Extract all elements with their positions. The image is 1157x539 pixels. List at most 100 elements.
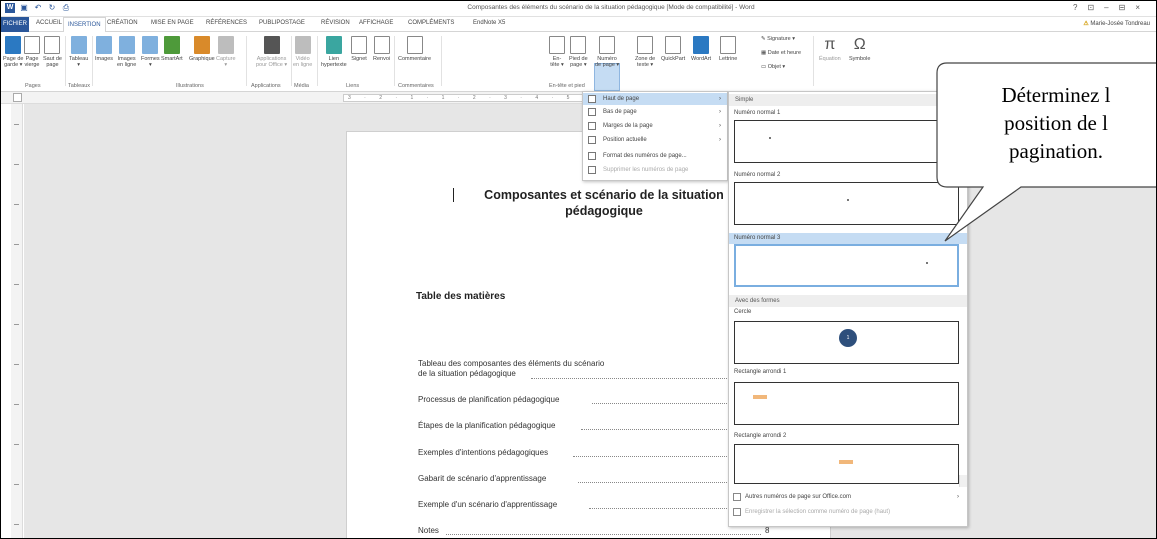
toc-entry[interactable]: Processus de planification pédagogique [418, 395, 559, 405]
separator [394, 36, 395, 86]
gallery-scrollbar[interactable] [959, 475, 967, 487]
remove-icon [588, 166, 596, 174]
menu-item-supprimer-numeros[interactable]: Supprimer les numéros de page [583, 164, 727, 176]
redo-icon[interactable]: ↻ [47, 3, 57, 13]
gallery-option-normal-1[interactable] [734, 120, 959, 163]
ribbon-display-icon[interactable]: ⊡ [1087, 3, 1094, 12]
print-preview-icon[interactable]: ⎙ [61, 3, 71, 13]
saut-page-button[interactable]: Saut de page [43, 36, 62, 68]
word-logo-icon: W [5, 3, 15, 13]
en-tete-button[interactable]: En- tête ▾ [549, 36, 565, 68]
submenu-arrow-icon: › [719, 137, 721, 143]
save-icon[interactable]: ▣ [19, 3, 29, 13]
tab-creation[interactable]: CRÉATION [107, 20, 138, 26]
undo-icon[interactable]: ↶ [33, 3, 43, 13]
lettrine-button[interactable]: Lettrine [719, 36, 737, 62]
menu-item-haut-de-page[interactable]: Haut de page › [583, 93, 727, 105]
objet-button[interactable]: ▭ Objet ▾ [761, 64, 785, 70]
toc-entry[interactable]: Exemples d'intentions pédagogiques [418, 448, 548, 458]
toc-entry[interactable]: Tableau des composantes des éléments du … [418, 359, 604, 379]
video-en-ligne-button[interactable]: Vidéo en ligne [293, 36, 312, 68]
warning-icon: ⚠ [1083, 21, 1089, 27]
quickpart-icon [665, 36, 682, 54]
numero-de-page-button[interactable]: Numéro de page ▾ [595, 36, 619, 68]
toc-entry[interactable]: Exemple d'un scénario d'apprentissage [418, 500, 557, 510]
tab-revision[interactable]: RÉVISION [321, 20, 350, 26]
tab-endnote[interactable]: EndNote X5 [473, 20, 505, 26]
signature-button[interactable]: ✎ Signature ▾ [761, 36, 795, 42]
page-number-marker [926, 262, 928, 264]
capture-button[interactable]: Capture ▾ [216, 36, 236, 68]
quickpart-button[interactable]: QuickPart [661, 36, 685, 62]
applications-office-button[interactable]: Applications pour Office ▾ [256, 36, 287, 68]
shapes-icon [142, 36, 159, 54]
toc-entry[interactable]: Gabarit de scénario d'apprentissage [418, 474, 546, 484]
ruler-tick [14, 364, 19, 365]
user-account[interactable]: ⚠ Marie-Josée Tondreau [1083, 20, 1150, 27]
drop-cap-icon [720, 36, 737, 54]
renvoi-button[interactable]: Renvoi [373, 36, 390, 62]
object-icon: ▭ [761, 64, 768, 70]
symbole-button[interactable]: Ω Symbole [849, 36, 870, 62]
ruler-tick [14, 244, 19, 245]
menu-item-marges[interactable]: Marges de la page › [583, 120, 727, 132]
omega-icon: Ω [853, 36, 866, 53]
tab-insertion[interactable]: INSERTION [63, 17, 106, 33]
menu-item-format-numeros[interactable]: Format des numéros de page... [583, 150, 727, 162]
lien-hypertexte-button[interactable]: Lien hypertexte [321, 36, 347, 68]
pied-de-page-button[interactable]: Pied de page ▾ [569, 36, 588, 68]
more-page-numbers-office[interactable]: Autres numéros de page sur Office.com › [729, 490, 967, 504]
page-vierge-button[interactable]: Page vierge [24, 36, 40, 68]
restore-icon[interactable]: ⊟ [1119, 3, 1126, 12]
gallery-option-normal-3[interactable] [734, 244, 959, 287]
help-icon[interactable]: ? [1073, 3, 1077, 12]
page-garde-button[interactable]: Page de garde ▾ [3, 36, 24, 68]
tab-fichier[interactable]: FICHIER [1, 17, 29, 32]
tab-references[interactable]: RÉFÉRENCES [206, 20, 247, 26]
gallery-option-cercle[interactable]: 1 [734, 321, 959, 364]
toc-entry[interactable]: Étapes de la planification pédagogique [418, 421, 555, 431]
document-heading[interactable]: Composantes et scénario de la situation … [454, 187, 754, 219]
ruler-tick [14, 204, 19, 205]
formes-button[interactable]: Formes ▾ [141, 36, 160, 68]
tab-accueil[interactable]: ACCUEIL [36, 20, 62, 26]
gallery-option-rectangle-2[interactable] [734, 444, 959, 484]
current-position-icon [588, 136, 596, 144]
signet-button[interactable]: Signet [351, 36, 367, 62]
submenu-arrow-icon: › [957, 494, 959, 500]
tab-complements[interactable]: COMPLÉMENTS [408, 20, 454, 26]
toc-page-number: 8 [765, 526, 770, 535]
menu-item-position-actuelle[interactable]: Position actuelle › [583, 134, 727, 146]
tab-mise-en-page[interactable]: MISE EN PAGE [151, 20, 194, 26]
save-selection-page-number[interactable]: Enregistrer la sélection comme numéro de… [729, 505, 967, 519]
smartart-button[interactable]: SmartArt [161, 36, 183, 62]
group-tableaux: Tableaux [68, 83, 91, 89]
comment-icon [406, 36, 423, 54]
close-icon[interactable]: × [1135, 3, 1140, 12]
tab-selector[interactable] [13, 93, 22, 102]
ribbon-tabs: FICHIER ACCUEIL INSERTION CRÉATION MISE … [1, 17, 1156, 33]
pi-icon: π [824, 36, 836, 53]
graphique-button[interactable]: Graphique [189, 36, 215, 62]
wordart-button[interactable]: WordArt [691, 36, 711, 62]
date-heure-button[interactable]: ▦ Date et heure [761, 50, 801, 56]
images-en-ligne-button[interactable]: Images en ligne [117, 36, 136, 68]
tableau-button[interactable]: Tableau ▾ [69, 36, 88, 68]
gallery-option-rectangle-1[interactable] [734, 382, 959, 425]
commentaire-button[interactable]: Commentaire [398, 36, 431, 62]
ruler-tick [14, 324, 19, 325]
minimize-icon[interactable]: – [1104, 3, 1108, 12]
images-button[interactable]: Images [95, 36, 113, 62]
toc-entry[interactable]: Notes [418, 526, 439, 536]
gallery-label: Rectangle arrondi 1 [734, 369, 787, 375]
submenu-arrow-icon: › [719, 96, 721, 102]
group-illustrations: Illustrations [176, 83, 204, 89]
submenu-arrow-icon: › [719, 123, 721, 129]
equation-button[interactable]: π Équation [819, 36, 841, 62]
tab-publipostage[interactable]: PUBLIPOSTAGE [259, 20, 305, 26]
tab-affichage[interactable]: AFFICHAGE [359, 20, 393, 26]
zone-de-texte-button[interactable]: Zone de texte ▾ [635, 36, 655, 68]
menu-item-bas-de-page[interactable]: Bas de page › [583, 106, 727, 118]
gallery-option-normal-2[interactable] [734, 182, 959, 225]
toc-title[interactable]: Table des matières [416, 291, 505, 302]
